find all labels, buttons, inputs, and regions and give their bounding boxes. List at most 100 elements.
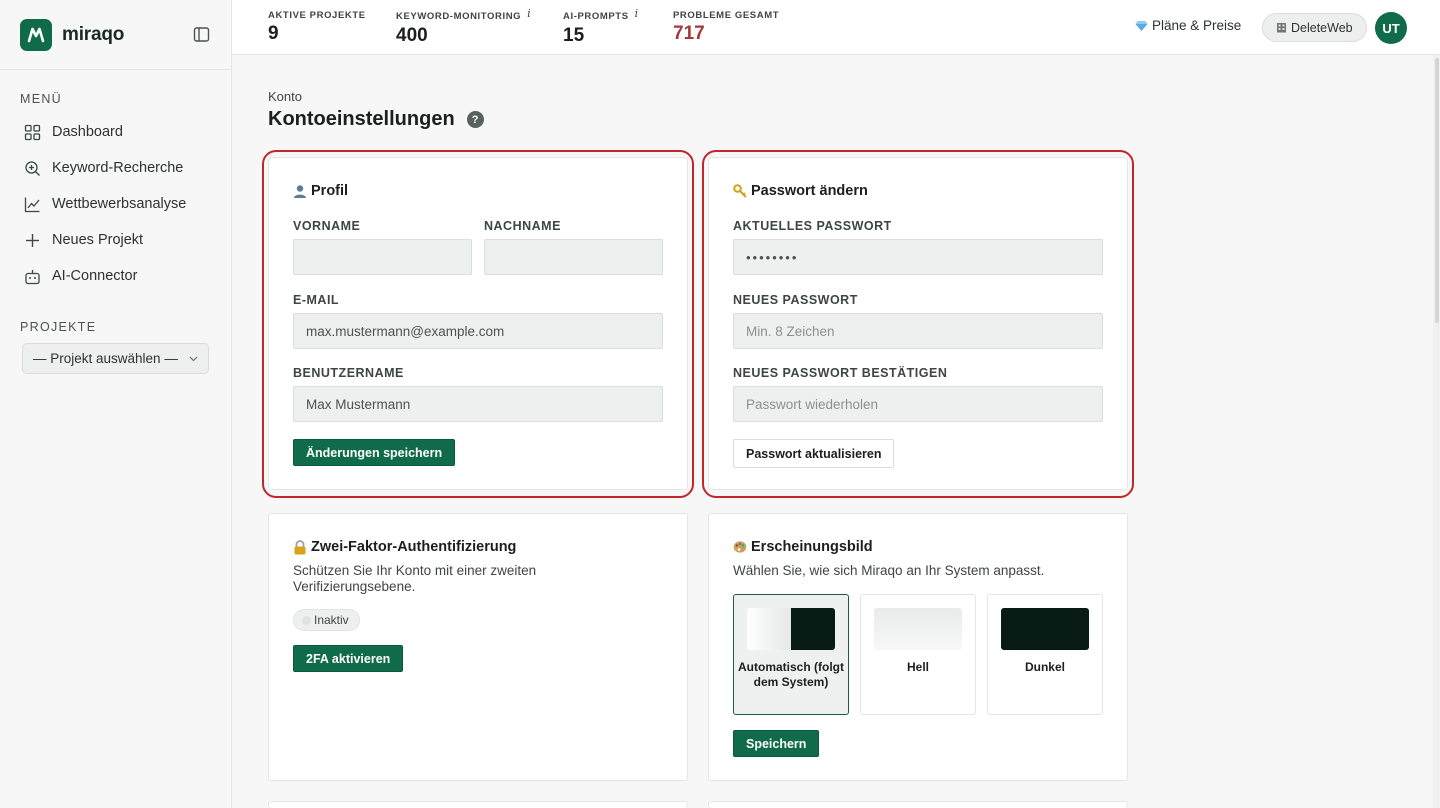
last-name-label: NACHNAME bbox=[484, 219, 561, 233]
stat-label: AKTIVE PROJEKTE bbox=[268, 10, 366, 21]
search-plus-icon bbox=[25, 160, 40, 176]
chevron-down-icon bbox=[189, 356, 198, 361]
diamond-icon bbox=[1135, 20, 1148, 31]
workspace-button[interactable]: DeleteWeb bbox=[1262, 13, 1367, 42]
palette-icon bbox=[733, 540, 747, 554]
save-appearance-button[interactable]: Speichern bbox=[733, 730, 820, 757]
project-select-value: — Projekt auswählen — bbox=[33, 351, 178, 366]
stat-value: 400 bbox=[396, 25, 428, 46]
sidebar-toggle-icon[interactable] bbox=[191, 25, 211, 45]
update-password-button[interactable]: Passwort aktualisieren bbox=[733, 439, 895, 468]
last-name-input[interactable] bbox=[484, 239, 663, 275]
theme-label-light: Hell bbox=[906, 660, 929, 674]
sidebar-item-label: Dashboard bbox=[52, 124, 123, 140]
theme-option-dark[interactable]: Dunkel bbox=[987, 594, 1103, 715]
theme-label-dark: Dunkel bbox=[1024, 660, 1065, 674]
status-dot-icon bbox=[302, 615, 311, 625]
stat-keyword-monitoring: KEYWORD-MONITORING i 400 bbox=[396, 7, 531, 47]
menu-section-title: MENÜ bbox=[20, 92, 63, 106]
stat-ai-prompts: AI-PROMPTS i 15 bbox=[563, 7, 639, 47]
username-label: BENUTZERNAME bbox=[293, 366, 404, 380]
sidebar-item-dashboard[interactable]: Dashboard bbox=[0, 114, 231, 150]
stat-label: AI-PROMPTS bbox=[563, 11, 629, 22]
first-name-label: VORNAME bbox=[293, 219, 361, 233]
stat-active-projects: AKTIVE PROJEKTE 9 bbox=[268, 10, 366, 45]
appearance-title: Erscheinungsbild bbox=[751, 539, 873, 555]
sidebar: miraqo MENÜ Dashboard Keyword-Recherche … bbox=[0, 0, 232, 808]
sidebar-item-neues-projekt[interactable]: Neues Projekt bbox=[0, 222, 231, 258]
first-name-input[interactable] bbox=[293, 239, 472, 275]
stat-label: KEYWORD-MONITORING bbox=[396, 11, 522, 22]
stat-value: 15 bbox=[563, 25, 585, 46]
status-label: Inaktiv bbox=[314, 613, 349, 627]
new-password-label: NEUES PASSWORT bbox=[733, 293, 858, 307]
email-label: E-MAIL bbox=[293, 293, 340, 307]
stat-value: 717 bbox=[673, 23, 705, 44]
activate-2fa-button[interactable]: 2FA aktivieren bbox=[293, 645, 404, 672]
plans-label: Pläne & Preise bbox=[1152, 18, 1242, 33]
sidebar-item-wettbewerbsanalyse[interactable]: Wettbewerbsanalyse bbox=[0, 186, 231, 222]
save-profile-button[interactable]: Änderungen speichern bbox=[293, 439, 456, 466]
plans-pricing-link[interactable]: Pläne & Preise bbox=[1135, 18, 1241, 33]
sidebar-item-label: Wettbewerbsanalyse bbox=[52, 196, 187, 212]
page-title-row: Kontoeinstellungen ? bbox=[268, 108, 484, 131]
stat-value: 9 bbox=[268, 23, 279, 44]
confirm-password-label: NEUES PASSWORT BESTÄTIGEN bbox=[733, 366, 948, 380]
brand-header: miraqo bbox=[0, 0, 231, 70]
current-password-input[interactable]: •••••••• bbox=[733, 239, 1103, 275]
building-icon bbox=[1277, 23, 1286, 33]
scrollbar-thumb[interactable] bbox=[1435, 58, 1439, 323]
username-field[interactable]: Max Mustermann bbox=[293, 386, 663, 422]
email-field[interactable]: max.mustermann@example.com bbox=[293, 313, 663, 349]
password-title: Passwort ändern bbox=[751, 183, 868, 199]
topbar: AKTIVE PROJEKTE 9 KEYWORD-MONITORING i 40… bbox=[232, 0, 1440, 55]
theme-option-light[interactable]: Hell bbox=[860, 594, 976, 715]
stat-label: PROBLEME GESAMT bbox=[673, 10, 780, 21]
theme-label-auto: Automatisch (folgt dem System) bbox=[738, 660, 844, 689]
status-badge: Inaktiv bbox=[293, 609, 360, 631]
sidebar-item-keyword-recherche[interactable]: Keyword-Recherche bbox=[0, 150, 231, 186]
miraqo-logo-icon[interactable] bbox=[20, 18, 52, 51]
theme-preview-dark bbox=[1001, 608, 1089, 650]
robot-icon bbox=[25, 269, 40, 284]
avatar[interactable]: UT bbox=[1375, 12, 1407, 44]
two-factor-description: Schützen Sie Ihr Konto mit einer zweiten… bbox=[293, 563, 537, 594]
project-select[interactable]: — Projekt auswählen — bbox=[22, 343, 209, 374]
plus-icon bbox=[26, 233, 39, 247]
confirm-password-input[interactable]: Passwort wiederholen bbox=[733, 386, 1103, 422]
next-card-left bbox=[268, 801, 688, 808]
new-password-input[interactable]: Min. 8 Zeichen bbox=[733, 313, 1103, 349]
profile-title: Profil bbox=[311, 183, 349, 199]
profile-card-title: Profil bbox=[293, 183, 348, 199]
line-chart-icon bbox=[24, 197, 40, 212]
brand-name: miraqo bbox=[62, 23, 125, 45]
key-icon bbox=[733, 184, 747, 198]
user-silhouette-icon bbox=[293, 184, 307, 198]
password-card-title: Passwort ändern bbox=[733, 183, 868, 199]
dashboard-grid-icon bbox=[24, 124, 41, 140]
lock-icon bbox=[293, 539, 307, 555]
two-factor-card-title: Zwei-Faktor-Authentifizierung bbox=[293, 539, 516, 555]
info-icon[interactable]: i bbox=[635, 7, 639, 20]
two-factor-title: Zwei-Faktor-Authentifizierung bbox=[311, 539, 517, 555]
two-factor-card: Zwei-Faktor-Authentifizierung Schützen S… bbox=[268, 513, 688, 781]
password-card: Passwort ändern AKTUELLES PASSWORT •••••… bbox=[708, 157, 1128, 490]
projects-section-title: PROJEKTE bbox=[20, 320, 97, 334]
appearance-card-title: Erscheinungsbild bbox=[733, 539, 873, 555]
breadcrumb: Konto bbox=[268, 89, 302, 104]
workspace-label: DeleteWeb bbox=[1291, 20, 1353, 35]
sidebar-item-label: Neues Projekt bbox=[52, 232, 144, 248]
sidebar-item-label: Keyword-Recherche bbox=[52, 160, 184, 176]
appearance-description: Wählen Sie, wie sich Miraqo an Ihr Syste… bbox=[733, 563, 1045, 578]
theme-preview-light bbox=[874, 608, 962, 650]
sidebar-item-label: AI-Connector bbox=[52, 268, 138, 284]
sidebar-item-ai-connector[interactable]: AI-Connector bbox=[0, 258, 231, 294]
theme-preview-auto bbox=[747, 608, 835, 650]
info-icon[interactable]: i bbox=[527, 7, 531, 20]
current-password-label: AKTUELLES PASSWORT bbox=[733, 219, 892, 233]
sidebar-nav: Dashboard Keyword-Recherche Wettbewerbsa… bbox=[0, 114, 231, 294]
help-icon[interactable]: ? bbox=[466, 111, 484, 128]
page-title: Kontoeinstellungen bbox=[268, 108, 455, 130]
theme-option-auto[interactable]: Automatisch (folgt dem System) bbox=[733, 594, 849, 715]
next-card-right bbox=[708, 801, 1128, 808]
